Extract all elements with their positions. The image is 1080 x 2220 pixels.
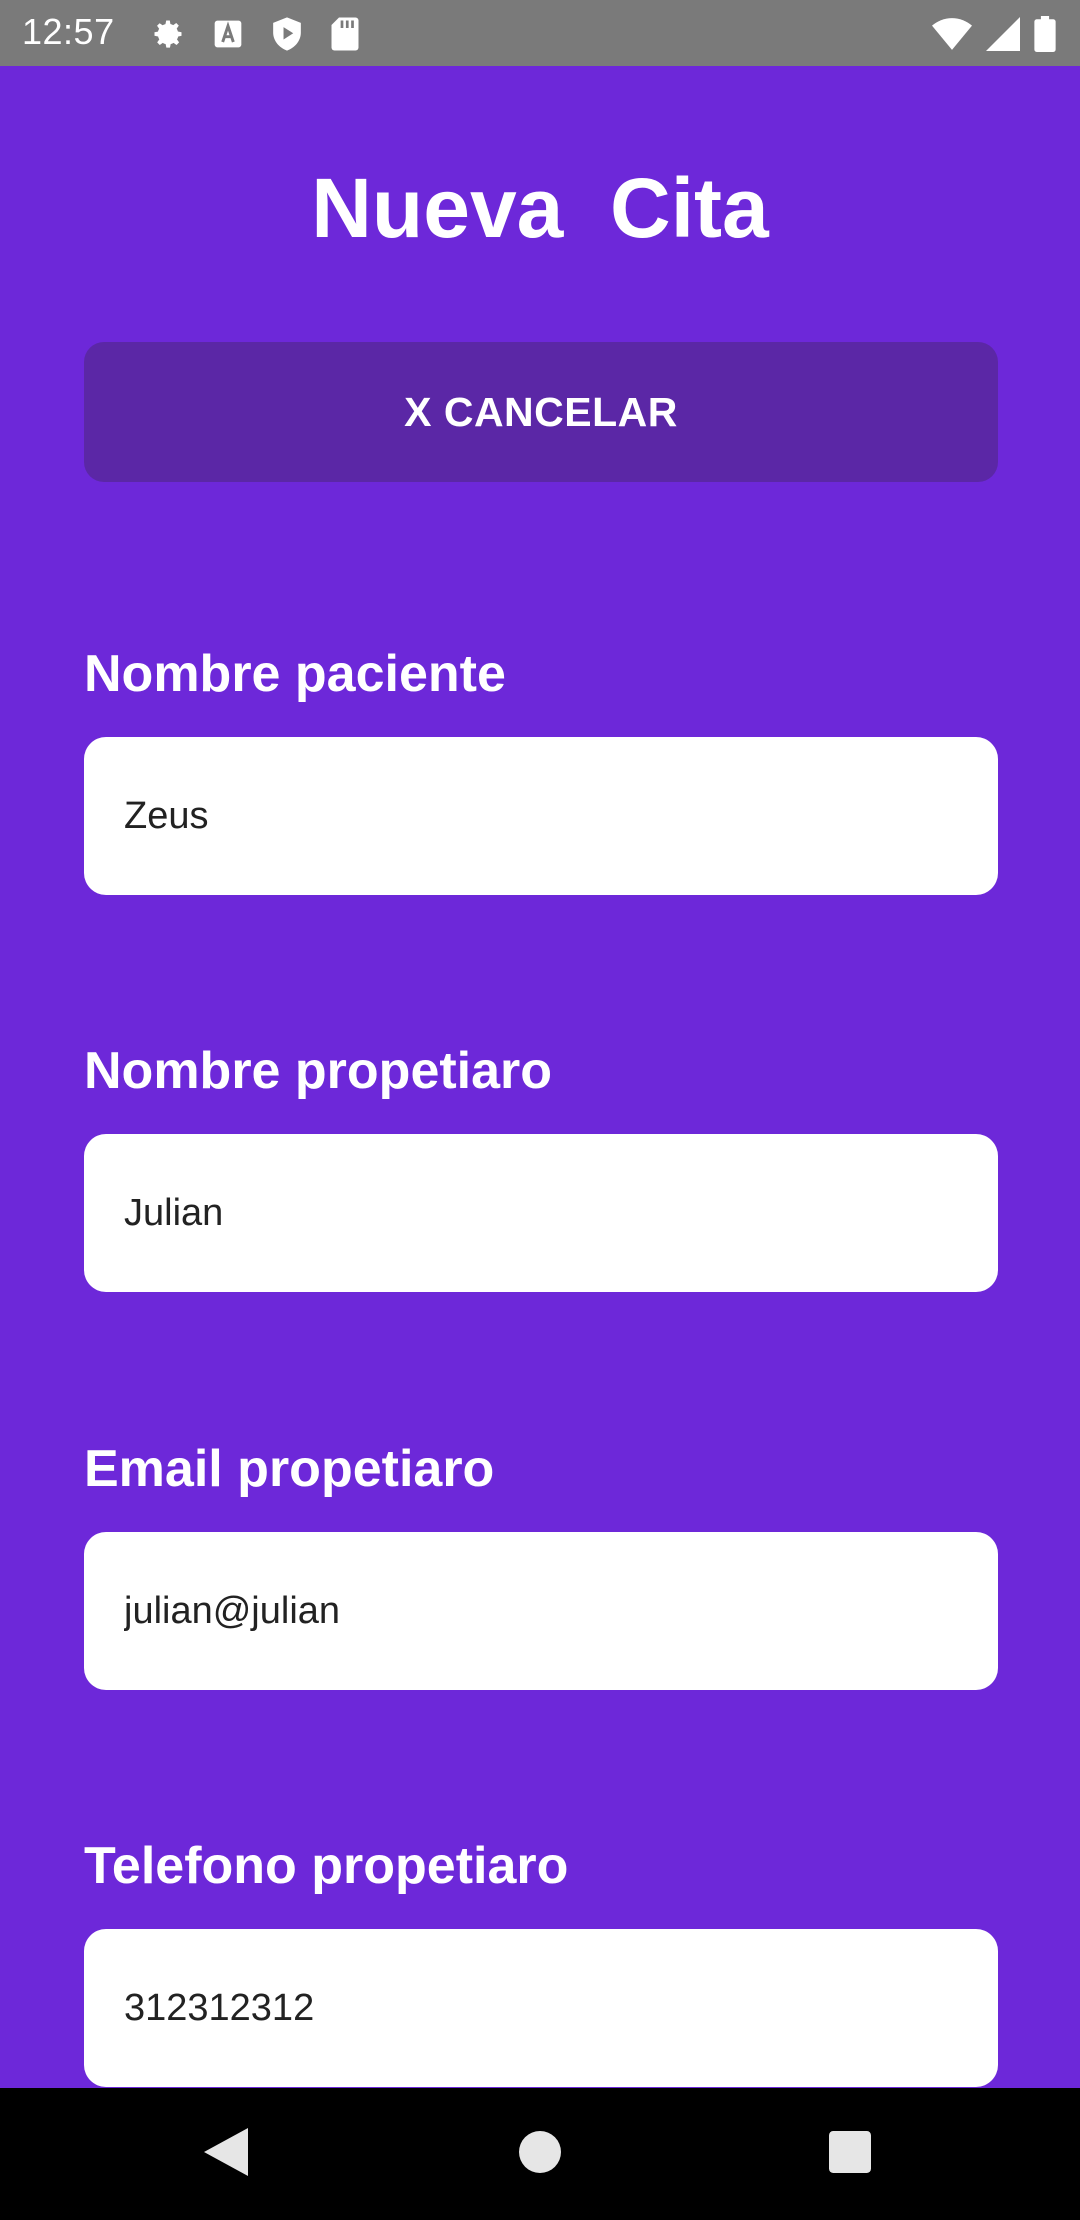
- navigation-bar: [0, 2088, 1080, 2220]
- cancel-button[interactable]: X CANCELAR: [84, 342, 998, 482]
- nombre-propietario-input[interactable]: [84, 1134, 998, 1292]
- telefono-propietario-input[interactable]: [84, 1929, 998, 2087]
- sd-card-icon: [330, 16, 360, 52]
- label-email-propietario: Email propetiaro: [84, 1440, 495, 1498]
- signal-icon: [986, 17, 1020, 51]
- label-nombre-propietario: Nombre propetiaro: [84, 1042, 553, 1100]
- home-icon: [519, 2130, 561, 2178]
- a-icon: [212, 18, 244, 50]
- email-propietario-input[interactable]: [84, 1532, 998, 1690]
- wifi-icon: [932, 18, 972, 50]
- status-bar: 12:57: [0, 0, 1080, 66]
- back-icon: [204, 2127, 248, 2181]
- label-telefono-propietario: Telefono propetiaro: [84, 1837, 569, 1895]
- status-icons-right: [932, 16, 1056, 52]
- gear-icon: [150, 16, 186, 52]
- nombre-paciente-input[interactable]: [84, 737, 998, 895]
- back-button[interactable]: [160, 2088, 292, 2220]
- recents-button[interactable]: [784, 2088, 916, 2220]
- page-title: Nueva Cita: [311, 161, 769, 255]
- label-nombre-paciente: Nombre paciente: [84, 645, 506, 703]
- home-button[interactable]: [474, 2088, 606, 2220]
- battery-icon: [1034, 16, 1056, 52]
- shield-play-icon: [270, 16, 304, 52]
- status-time: 12:57: [22, 11, 115, 52]
- recents-icon: [829, 2130, 871, 2178]
- status-icons-left: [150, 16, 360, 52]
